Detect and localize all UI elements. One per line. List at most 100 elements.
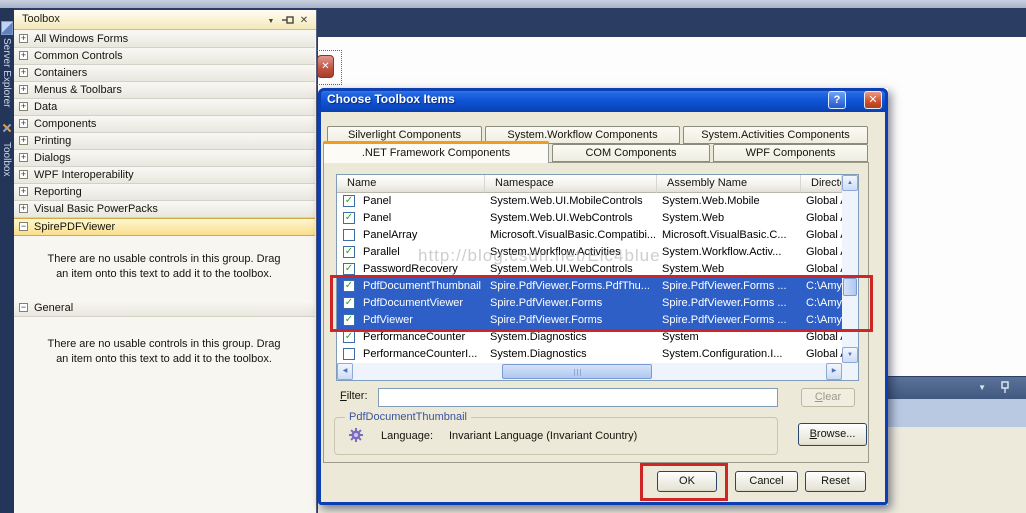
left-dock-rail: Server Explorer Toolbox xyxy=(0,8,14,513)
column-header-assembly[interactable]: Assembly Name xyxy=(657,175,801,193)
toolbox-group-visual-basic-powerpacks[interactable]: +Visual Basic PowerPacks xyxy=(14,201,315,218)
cell-directory: C:\Amy\S xyxy=(806,278,842,295)
table-row[interactable]: ✓PerformanceCounterSystem.DiagnosticsSys… xyxy=(337,329,842,346)
cancel-button[interactable]: Cancel xyxy=(735,471,798,492)
toolbox-group-general[interactable]: − General xyxy=(14,300,315,317)
column-header-name[interactable]: Name xyxy=(337,175,485,193)
table-row[interactable]: ✓PasswordRecoverySystem.Web.UI.WebContro… xyxy=(337,261,842,278)
table-row[interactable]: ✓ParallelSystem.Workflow.ActivitiesSyste… xyxy=(337,244,842,261)
toolbox-group-menus-toolbars[interactable]: + Menus & Toolbars xyxy=(14,82,315,99)
designer-form-close-button[interactable]: ✕ xyxy=(317,55,334,78)
chevron-down-icon[interactable]: ▼ xyxy=(264,14,278,27)
cell-namespace: System.Web.UI.WebControls xyxy=(490,210,655,227)
row-checkbox[interactable]: ✓ xyxy=(343,331,355,343)
toolbox-group-label: Reporting xyxy=(34,184,82,200)
sidebar-tab-label: Toolbox xyxy=(1,142,12,176)
toolbox-group-components[interactable]: +Components xyxy=(14,116,315,133)
toolbox-group-label: Menus & Toolbars xyxy=(34,82,122,98)
table-row[interactable]: ✓PanelSystem.Web.UI.WebControlsSystem.We… xyxy=(337,210,842,227)
row-checkbox[interactable]: ✓ xyxy=(343,195,355,207)
row-checkbox[interactable]: ✓ xyxy=(343,297,355,309)
horizontal-scrollbar[interactable]: ◀ ▶ xyxy=(337,363,842,380)
cell-assembly: Spire.PdfViewer.Forms ... xyxy=(662,312,795,329)
cell-name: PanelArray xyxy=(363,227,481,244)
toolbox-group-wpf-interoperability[interactable]: +WPF Interoperability xyxy=(14,167,315,184)
vertical-scroll-thumb[interactable] xyxy=(843,278,857,296)
browse-button[interactable]: Browse... xyxy=(798,423,867,446)
sidebar-tab-server-explorer[interactable]: Server Explorer xyxy=(0,38,13,107)
expand-icon[interactable]: + xyxy=(19,51,28,60)
cell-namespace: System.Workflow.Activities xyxy=(490,244,655,261)
toolbox-group-common-controls[interactable]: +Common Controls xyxy=(14,48,315,65)
row-checkbox[interactable] xyxy=(343,348,355,360)
pin-icon[interactable] xyxy=(1000,381,1010,397)
column-header-directory[interactable]: Directory xyxy=(801,175,842,193)
toolbox-group-label: General xyxy=(34,300,73,316)
horizontal-scroll-thumb[interactable] xyxy=(502,364,652,379)
help-button[interactable]: ? xyxy=(828,91,846,109)
pin-icon[interactable] xyxy=(281,14,295,27)
tab-wpf-components[interactable]: WPF Components xyxy=(713,144,868,162)
close-icon[interactable]: ✕ xyxy=(297,14,311,27)
scroll-left-icon[interactable]: ◀ xyxy=(337,363,353,380)
sidebar-tab-toolbox[interactable]: Toolbox xyxy=(0,142,13,176)
close-button[interactable]: ✕ xyxy=(864,91,882,109)
cell-directory: Global Ass xyxy=(806,244,842,261)
cell-name: PerformanceCounterI... xyxy=(363,346,481,363)
row-checkbox[interactable] xyxy=(343,229,355,241)
reset-button[interactable]: Reset xyxy=(805,471,866,492)
sidebar-tab-label: Server Explorer xyxy=(1,38,12,107)
toolbox-group-reporting[interactable]: + Reporting xyxy=(14,184,315,201)
collapse-icon[interactable]: − xyxy=(19,222,28,231)
language-value: Invariant Language (Invariant Country) xyxy=(449,430,637,442)
collapse-icon[interactable]: − xyxy=(19,303,28,312)
table-row[interactable]: ✓PdfDocumentViewerSpire.PdfViewer.FormsS… xyxy=(337,295,842,312)
expand-icon[interactable]: + xyxy=(19,204,28,213)
tab-com-components[interactable]: COM Components xyxy=(552,144,710,162)
table-row[interactable]: ✓PdfViewerSpire.PdfViewer.FormsSpire.Pdf… xyxy=(337,312,842,329)
cell-name: Panel xyxy=(363,193,481,210)
scroll-down-icon[interactable]: ▼ xyxy=(842,347,858,363)
tab-system-activities-components[interactable]: System.Activities Components xyxy=(683,126,868,144)
filter-input[interactable] xyxy=(378,388,778,407)
expand-icon[interactable]: + xyxy=(19,34,28,43)
table-row[interactable]: ✓PanelSystem.Web.UI.MobileControlsSystem… xyxy=(337,193,842,210)
expand-icon[interactable]: + xyxy=(19,153,28,162)
toolbox-group-label: Containers xyxy=(34,65,87,81)
ok-button[interactable]: OK xyxy=(657,471,717,492)
row-checkbox[interactable]: ✓ xyxy=(343,314,355,326)
row-checkbox[interactable]: ✓ xyxy=(343,280,355,292)
table-row[interactable]: PerformanceCounterI... System.Diagnostics… xyxy=(337,346,842,363)
expand-icon[interactable]: + xyxy=(19,85,28,94)
expand-icon[interactable]: + xyxy=(19,187,28,196)
chevron-down-icon[interactable]: ▼ xyxy=(978,384,986,392)
column-header-namespace[interactable]: Namespace xyxy=(485,175,657,193)
row-checkbox[interactable]: ✓ xyxy=(343,263,355,275)
toolbox-group-data[interactable]: +Data xyxy=(14,99,315,116)
vertical-scrollbar[interactable]: ▲ ▼ xyxy=(842,175,858,363)
tab-net-framework-components[interactable]: .NET Framework Components xyxy=(323,141,549,163)
row-checkbox[interactable]: ✓ xyxy=(343,212,355,224)
expand-icon[interactable]: + xyxy=(19,136,28,145)
row-checkbox[interactable]: ✓ xyxy=(343,246,355,258)
expand-icon[interactable]: + xyxy=(19,170,28,179)
cell-assembly: System.Web xyxy=(662,210,795,227)
cell-namespace: System.Diagnostics xyxy=(490,346,655,363)
filter-label: Filter: xyxy=(340,390,368,402)
toolbox-group-spirepdfviewer[interactable]: −SpirePDFViewer xyxy=(14,218,315,236)
toolbox-group-all-windows-forms[interactable]: +All Windows Forms xyxy=(14,31,315,48)
toolbox-group-containers[interactable]: + Containers xyxy=(14,65,315,82)
expand-icon[interactable]: + xyxy=(19,102,28,111)
cell-name: PerformanceCounter xyxy=(363,329,481,346)
toolbox-group-dialogs[interactable]: +Dialogs xyxy=(14,150,315,167)
expand-icon[interactable]: + xyxy=(19,119,28,128)
clear-button[interactable]: Clear xyxy=(801,388,855,407)
expand-icon[interactable]: + xyxy=(19,68,28,77)
toolbox-empty-hint: There are no usable controls in this gro… xyxy=(20,252,308,282)
table-row[interactable]: ✓PdfDocumentThumbnailSpire.PdfViewer.For… xyxy=(337,278,842,295)
scroll-right-icon[interactable]: ▶ xyxy=(826,363,842,380)
table-row[interactable]: PanelArrayMicrosoft.VisualBasic.Compatib… xyxy=(337,227,842,244)
scroll-up-icon[interactable]: ▲ xyxy=(842,175,858,191)
toolbox-group-printing[interactable]: +Printing xyxy=(14,133,315,150)
toolbox-panel: Toolbox ▼ ✕ +All Windows Forms+Common Co… xyxy=(14,10,317,513)
